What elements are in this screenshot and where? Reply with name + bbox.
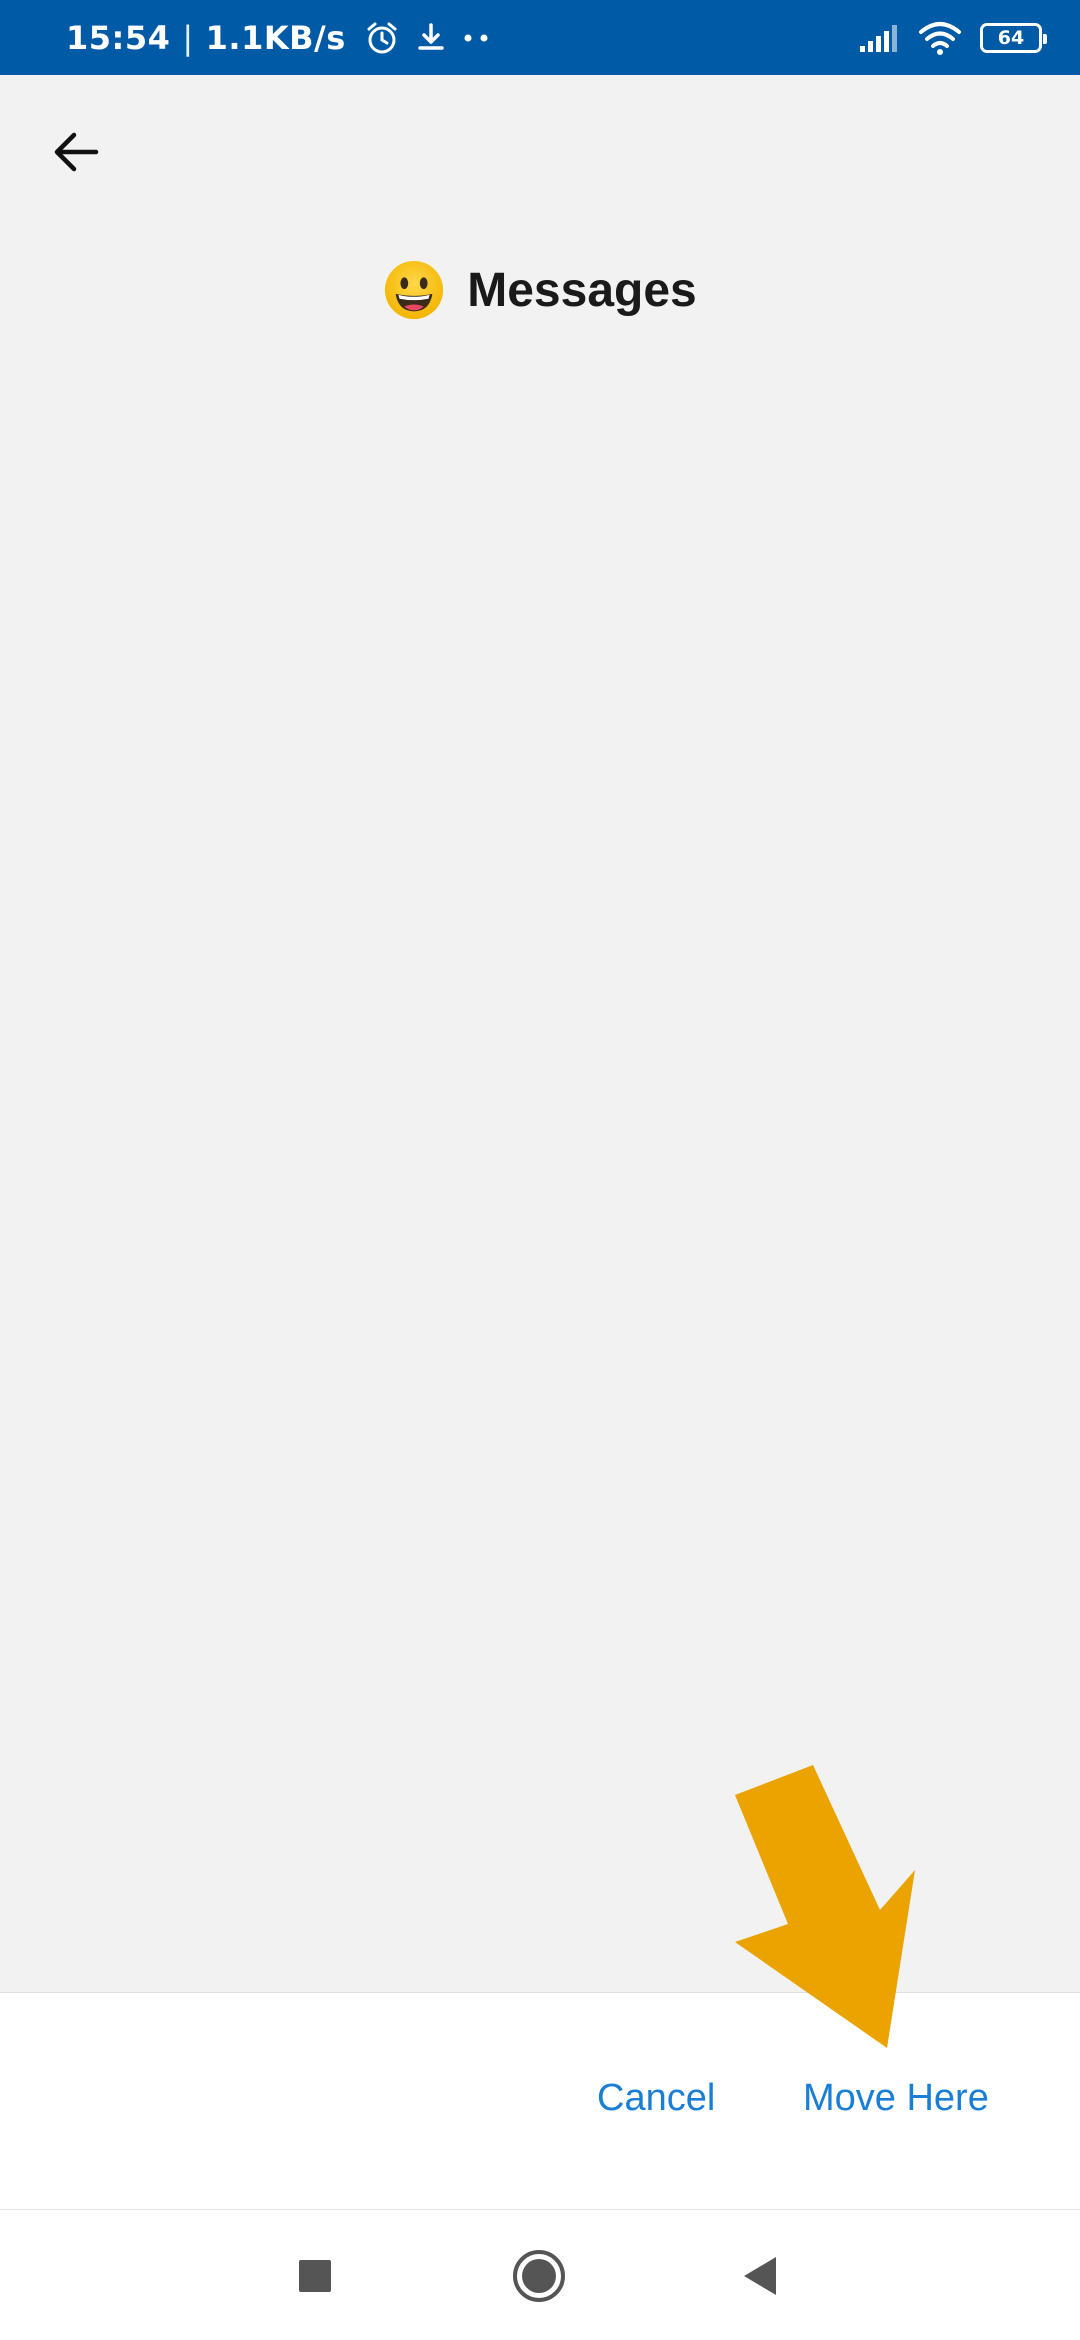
status-time: 15:54 <box>66 18 171 57</box>
move-here-button[interactable]: Move Here <box>803 2063 989 2133</box>
navigation-bar <box>0 2210 1080 2340</box>
status-left: 15:54 | 1.1KB/s <box>66 0 490 75</box>
battery-icon: 64 <box>980 22 1047 53</box>
status-right: 64 <box>858 0 1047 75</box>
square-icon <box>299 2260 331 2292</box>
status-separator: | <box>182 18 194 57</box>
battery-level: 64 <box>997 26 1025 49</box>
circle-icon <box>513 2250 565 2302</box>
action-bar: Cancel Move Here <box>0 1992 1080 2210</box>
page-title: Messages <box>467 263 697 317</box>
home-button[interactable] <box>503 2240 575 2312</box>
status-bar: 15:54 | 1.1KB/s 64 <box>0 0 1080 75</box>
cancel-button[interactable]: Cancel <box>597 2063 715 2133</box>
page-title-row: Messages <box>0 250 1080 330</box>
more-dots-icon <box>464 34 488 41</box>
back-button[interactable] <box>40 116 112 188</box>
alarm-icon <box>367 22 397 53</box>
status-icons-left <box>364 20 490 56</box>
arrow-left-icon <box>54 132 99 172</box>
grinning-face-icon <box>385 260 444 320</box>
wifi-icon <box>919 21 961 55</box>
screen: 15:54 | 1.1KB/s 64 Messages Cancel Move … <box>0 0 1080 2340</box>
status-network-speed: 1.1KB/s <box>205 18 346 57</box>
recents-button[interactable] <box>279 2240 351 2312</box>
triangle-back-icon <box>744 2257 776 2295</box>
download-icon <box>418 22 444 50</box>
nav-back-button[interactable] <box>724 2240 796 2312</box>
signal-icon <box>860 24 897 52</box>
